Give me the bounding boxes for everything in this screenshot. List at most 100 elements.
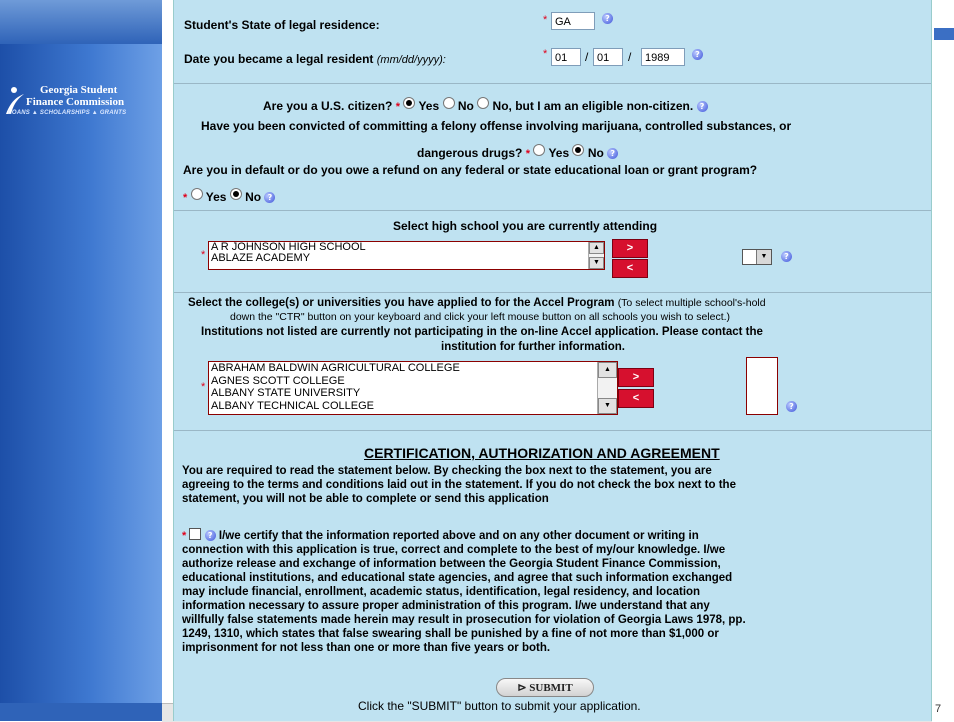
college-listbox[interactable]: ABRAHAM BALDWIN AGRICULTURAL COLLEGE AGN…: [208, 361, 618, 415]
college-section: Select the college(s) or universities yo…: [174, 293, 931, 431]
date-format-hint: (mm/dd/yyyy):: [376, 54, 446, 66]
certification-statement-line: educational institutions, and educationa…: [182, 572, 733, 584]
citizen-no-label: No: [457, 99, 474, 113]
certification-statement-line: connection with this application is true…: [182, 544, 726, 556]
legal-resident-date-text: Date you became a legal resident: [184, 52, 374, 66]
scroll-up-icon[interactable]: ▲: [598, 362, 617, 378]
certification-statement-line: may include financial, enrollment, acade…: [182, 586, 701, 598]
submit-arrow-icon: ⊳: [517, 682, 527, 694]
eligibility-section: Are you a U.S. citizen? * Yes No No, but…: [174, 84, 931, 211]
page-number: 7: [935, 703, 942, 715]
gsfc-logo: Georgia Student Finance Commission LOANS…: [4, 84, 160, 124]
certification-statement-line: information necessary to assure proper a…: [182, 600, 710, 612]
default-yes-radio[interactable]: [190, 188, 203, 200]
college-title-row: Select the college(s) or universities yo…: [188, 297, 766, 309]
info-icon[interactable]: ?: [607, 148, 619, 160]
resident-day-input[interactable]: 01: [593, 48, 623, 66]
default-yes-label: Yes: [205, 190, 227, 204]
selected-colleges-listbox[interactable]: [746, 357, 778, 415]
citizen-no-radio[interactable]: [442, 97, 455, 109]
felony-no-radio[interactable]: [572, 144, 585, 156]
info-icon[interactable]: ?: [204, 530, 216, 542]
certification-intro-line: statement, you will not be able to compl…: [182, 493, 549, 505]
required-marker: *: [543, 48, 548, 60]
high-school-section: Select high school you are currently att…: [174, 211, 931, 293]
info-icon[interactable]: ?: [781, 251, 792, 262]
felony-question-row: dangerous drugs? * Yes No ?: [417, 144, 619, 160]
high-school-add-button[interactable]: >: [612, 239, 648, 258]
info-icon[interactable]: ?: [692, 49, 703, 60]
college-option[interactable]: ALBANY TECHNICAL COLLEGE: [209, 400, 617, 413]
info-icon[interactable]: ?: [696, 101, 708, 113]
resident-month-input[interactable]: 01: [551, 48, 581, 66]
left-panel-header-bar: [0, 0, 162, 44]
scroll-down-icon[interactable]: ▼: [598, 398, 617, 414]
citizen-eligible-noncitizen-radio[interactable]: [477, 97, 490, 109]
citizen-yes-radio[interactable]: [403, 97, 416, 109]
college-scrollbar[interactable]: ▲ ▼: [597, 362, 617, 414]
certification-statement-line: imprisonment for not less than one or mo…: [182, 642, 551, 654]
college-title: Select the college(s) or universities yo…: [188, 297, 615, 309]
felony-yes-label: Yes: [548, 146, 570, 160]
certification-statement-line: authorize release and exchange of inform…: [182, 558, 721, 570]
certification-statement-line: 1249, 1310, which states that false swea…: [182, 628, 719, 640]
required-marker: *: [395, 101, 400, 113]
selected-high-school-select[interactable]: ▼: [742, 249, 772, 265]
college-add-button[interactable]: >: [618, 368, 654, 387]
scroll-up-icon[interactable]: ▲: [589, 242, 604, 254]
high-school-scrollbar[interactable]: ▲ ▼: [588, 242, 604, 269]
submit-button[interactable]: ⊳ SUBMIT: [496, 678, 594, 697]
college-notice-line1: Institutions not listed are currently no…: [201, 326, 763, 338]
certification-statement-line: I/we certify that the information report…: [218, 530, 699, 542]
scroll-down-icon[interactable]: ▼: [589, 257, 604, 269]
info-icon[interactable]: ?: [786, 401, 797, 412]
default-no-label: No: [245, 190, 262, 204]
info-icon[interactable]: ?: [602, 13, 613, 24]
college-option[interactable]: ABRAHAM BALDWIN AGRICULTURAL COLLEGE: [209, 362, 617, 375]
required-marker: *: [183, 192, 188, 204]
left-brand-panel: Georgia Student Finance Commission LOANS…: [0, 0, 162, 721]
citizen-yes-label: Yes: [418, 99, 440, 113]
state-residence-input[interactable]: GA: [551, 12, 595, 30]
high-school-listbox[interactable]: A R JOHNSON HIGH SCHOOL ABLAZE ACADEMY ▲…: [208, 241, 605, 270]
college-notice-line2: institution for further information.: [441, 341, 625, 353]
legal-resident-date-label: Date you became a legal resident (mm/dd/…: [184, 52, 446, 66]
college-title-note-2: down the "CTR" button on your keyboard a…: [230, 311, 731, 323]
college-option[interactable]: ALBANY STATE UNIVERSITY: [209, 387, 617, 400]
citizen-eligible-noncitizen-label: No, but I am an eligible non-citizen.: [492, 99, 694, 113]
required-marker: *: [201, 381, 206, 393]
state-residence-label: Student's State of legal residence:: [184, 18, 380, 32]
default-question: Are you in default or do you owe a refun…: [183, 163, 758, 177]
logo-line1: Georgia Student: [40, 84, 118, 96]
resident-year-input[interactable]: 1989: [641, 48, 685, 66]
default-answer-row: * Yes No ?: [183, 188, 276, 204]
logo-tagline: LOANS ▲ SCHOLARSHIPS ▲ GRANTS: [8, 110, 127, 116]
residence-section: Student's State of legal residence: * GA…: [174, 0, 931, 84]
right-accent-bar: [934, 28, 954, 40]
high-school-title: Select high school you are currently att…: [393, 219, 658, 233]
college-option[interactable]: AGNES SCOTT COLLEGE: [209, 375, 617, 388]
accel-application-form: Student's State of legal residence: * GA…: [173, 0, 932, 721]
certification-statement: * ? I/we certify that the information re…: [182, 528, 922, 655]
felony-yes-radio[interactable]: [533, 144, 546, 156]
date-separator: /: [585, 50, 589, 64]
submit-instruction: Click the "SUBMIT" button to submit your…: [358, 699, 641, 713]
certification-intro-line: agreeing to the terms and conditions lai…: [182, 479, 736, 491]
required-marker: *: [201, 249, 206, 261]
certification-statement-line: willfully false statements made herein m…: [182, 614, 746, 626]
certify-checkbox[interactable]: [189, 528, 202, 540]
info-icon[interactable]: ?: [264, 192, 276, 204]
college-remove-button[interactable]: <: [618, 389, 654, 408]
felony-no-label: No: [587, 146, 604, 160]
required-marker: *: [543, 14, 548, 26]
college-title-note: (To select multiple school's-hold: [617, 297, 766, 309]
chevron-down-icon[interactable]: ▼: [756, 250, 771, 264]
date-separator: /: [628, 50, 632, 64]
felony-question-line1: Have you been convicted of committing a …: [201, 119, 792, 133]
certification-heading: CERTIFICATION, AUTHORIZATION AND AGREEME…: [364, 445, 720, 461]
high-school-option[interactable]: ABLAZE ACADEMY: [209, 253, 604, 264]
high-school-remove-button[interactable]: <: [612, 259, 648, 278]
submit-label: SUBMIT: [529, 682, 573, 694]
required-marker: *: [182, 530, 187, 542]
default-no-radio[interactable]: [229, 188, 242, 200]
